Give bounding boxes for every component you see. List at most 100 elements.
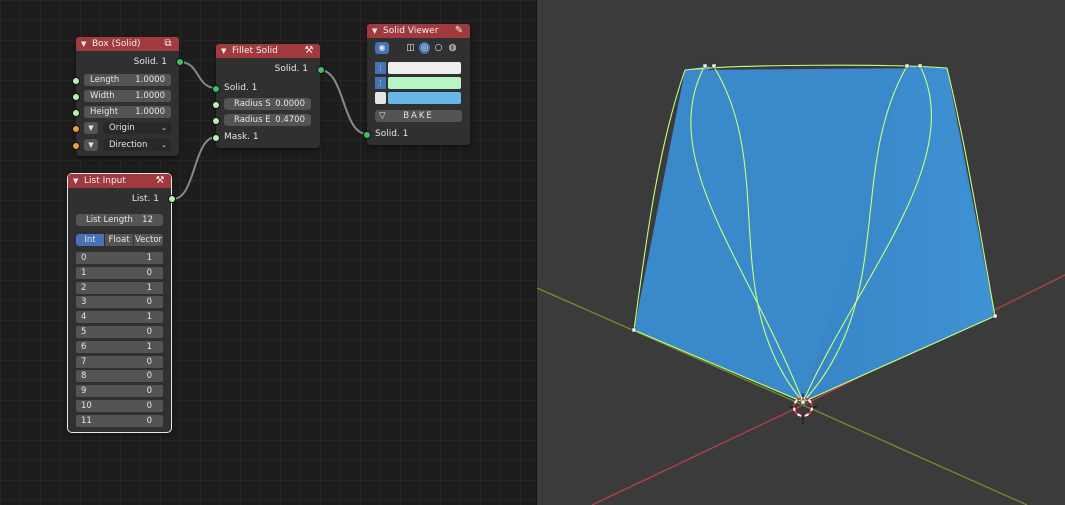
viewer-solid-input-label: Solid. 1 — [375, 129, 409, 139]
bake-button[interactable]: ▽ BAKE — [375, 110, 462, 122]
fillet-mask-input-socket[interactable] — [212, 134, 220, 142]
list-input-node[interactable]: ▼ List Input ⚒ List. 1 List Length 12 Int… — [67, 173, 176, 433]
face-toggle-icon[interactable] — [375, 92, 386, 104]
mode-selector: Int Float Vector — [76, 234, 163, 246]
radius-s-field[interactable]: Radius S 0.0000 — [224, 98, 311, 110]
list-item-value[interactable]: 0 — [147, 400, 152, 412]
list-item-index: 7 — [81, 356, 87, 367]
list-item-value[interactable]: 0 — [147, 326, 152, 338]
cube-icon: ⧉ — [164, 38, 172, 49]
list-item-value[interactable]: 1 — [147, 282, 152, 294]
list-item[interactable]: 01 — [76, 252, 163, 264]
list-output-socket[interactable] — [168, 195, 176, 203]
link-list-to-fillet — [172, 136, 217, 200]
list-item-value[interactable]: 1 — [147, 252, 152, 264]
list-item[interactable]: 30 — [76, 296, 163, 309]
box-solid-node[interactable]: ▼ Box (Solid) ⧉ Solid. 1 Length 1.0000 Wi… — [72, 37, 184, 156]
face-color-swatch[interactable] — [388, 92, 461, 104]
mode-float-button[interactable]: Float — [105, 234, 133, 246]
list-item[interactable]: 41 — [76, 311, 163, 324]
list-item-index: 1 — [81, 267, 87, 278]
list-item[interactable]: 61 — [76, 340, 163, 353]
mesh-vertex — [800, 399, 806, 405]
link-fillet-to-viewer — [319, 69, 368, 135]
length-field[interactable]: Length 1.0000 — [84, 74, 171, 86]
list-item[interactable]: 10 0 — [76, 400, 163, 412]
list-item-value[interactable]: 0 — [147, 296, 152, 308]
list-item-index: 9 — [81, 386, 87, 397]
height-field[interactable]: Height 1.0000 — [84, 106, 171, 118]
fillet-solid-header[interactable]: ▼ Fillet Solid ⚒ — [216, 44, 320, 58]
radius-e-field[interactable]: Radius E 0.4700 — [224, 114, 311, 126]
list-item[interactable]: 50 — [76, 326, 163, 338]
solid-viewer-node[interactable]: ▼ Solid Viewer ✎ ◉ ◫ ◎ ○ ◍ ⋮ ⋮ ▽ BAKE So… — [363, 24, 470, 145]
mesh-vertex — [917, 63, 923, 69]
origin-dropdown[interactable]: Origin ⌄ — [103, 122, 171, 134]
list-item[interactable]: 90 — [76, 385, 163, 398]
direction-toggle-button[interactable]: ▼ — [84, 139, 98, 151]
mode-int-button[interactable]: Int — [76, 234, 104, 246]
origin-socket[interactable] — [72, 125, 80, 133]
face-display-icon[interactable]: ◍ — [447, 42, 458, 54]
edge-display-icon[interactable]: ○ — [433, 42, 444, 54]
list-item-value[interactable]: 0 — [147, 385, 152, 397]
list-item[interactable]: 11 0 — [76, 414, 163, 427]
list-item[interactable]: 21 — [76, 281, 163, 294]
list-item-index: 3 — [81, 297, 87, 308]
direction-dropdown[interactable]: Direction ⌄ — [103, 139, 171, 151]
node-title: Box (Solid) — [92, 39, 141, 49]
list-item-value[interactable]: 1 — [147, 311, 152, 323]
list-item-value[interactable]: 0 — [147, 415, 152, 427]
collapse-arrow-icon[interactable]: ▼ — [372, 24, 377, 38]
box-output-socket[interactable] — [176, 58, 184, 66]
list-item-index: 2 — [81, 282, 87, 293]
list-item-value[interactable]: 1 — [147, 341, 152, 353]
list-item-value[interactable]: 0 — [147, 356, 152, 368]
collapse-arrow-icon[interactable]: ▼ — [81, 37, 86, 51]
fillet-solid-input-socket[interactable] — [212, 85, 220, 93]
mode-vector-button[interactable]: Vector — [134, 234, 163, 246]
list-item-value[interactable]: 0 — [147, 370, 152, 382]
direction-socket[interactable] — [72, 142, 80, 150]
collapse-arrow-icon[interactable]: ▼ — [73, 174, 78, 188]
list-item[interactable]: 80 — [76, 370, 163, 383]
list-item-index: 6 — [81, 341, 87, 352]
vertex-color-swatch[interactable] — [388, 62, 461, 74]
edge-color-swatch[interactable] — [388, 77, 461, 89]
vertex-toggle-icon[interactable]: ⋮ — [375, 62, 386, 74]
list-item-index: 8 — [81, 371, 87, 382]
radius-e-socket[interactable] — [212, 117, 220, 125]
fillet-solid-node[interactable]: ▼ Fillet Solid ⚒ Solid. 1 Solid. 1 Radiu… — [212, 44, 325, 148]
width-field[interactable]: Width 1.0000 — [84, 90, 171, 102]
list-tool-icon: ⚒ — [155, 175, 165, 186]
list-item-value[interactable]: 0 — [147, 267, 152, 279]
list-item-index: 10 — [81, 401, 92, 411]
length-socket[interactable] — [72, 77, 80, 85]
list-item-index: 4 — [81, 312, 87, 323]
viewer-solid-input-socket[interactable] — [363, 131, 371, 139]
solid-viewer-header[interactable]: ▼ Solid Viewer ✎ — [367, 24, 470, 38]
box-solid-header[interactable]: ▼ Box (Solid) ⧉ — [76, 37, 179, 51]
x-axis-line-back — [591, 404, 804, 505]
node-editor[interactable]: ▼ Box (Solid) ⧉ Solid. 1 Length 1.0000 Wi… — [0, 0, 536, 505]
mesh-vertex — [992, 313, 998, 319]
list-output-label: List. 1 — [131, 194, 159, 204]
mesh-vertex — [711, 63, 717, 69]
fillet-output-socket[interactable] — [317, 66, 325, 74]
list-input-header[interactable]: ▼ List Input ⚒ — [68, 174, 171, 188]
vertex-display-icon[interactable]: ◎ — [419, 42, 430, 54]
eye-icon[interactable]: ◉ — [375, 42, 389, 54]
radius-s-socket[interactable] — [212, 101, 220, 109]
cube-display-icon[interactable]: ◫ — [405, 42, 416, 54]
width-socket[interactable] — [72, 93, 80, 101]
origin-toggle-button[interactable]: ▼ — [84, 122, 98, 134]
3d-viewport[interactable] — [537, 0, 1065, 505]
list-item[interactable]: 70 — [76, 355, 163, 368]
height-socket[interactable] — [72, 109, 80, 117]
box-output-label: Solid. 1 — [133, 57, 167, 67]
list-length-field[interactable]: List Length 12 — [76, 214, 163, 226]
list-item[interactable]: 10 — [76, 266, 163, 279]
link-box-to-fillet — [179, 61, 217, 89]
collapse-arrow-icon[interactable]: ▼ — [221, 44, 226, 58]
edge-toggle-icon[interactable]: ⋮ — [375, 77, 386, 89]
